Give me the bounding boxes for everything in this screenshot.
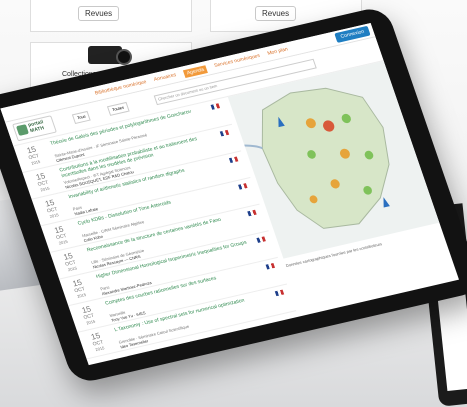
language-flag-icon [210,103,221,110]
france-shape [261,87,390,229]
map-pin-icon[interactable] [380,196,390,208]
event-date: 15 OCT 2015 [84,330,110,354]
event-date: 15 OCT 2015 [39,197,65,221]
language-flag-icon [256,236,266,243]
logo-text: portail MATH [27,119,46,134]
event-date: 15 OCT 2015 [57,250,83,274]
language-flag-icon [238,183,248,190]
language-flag-icon [265,262,276,270]
revues-button[interactable]: Revues [78,6,120,21]
language-flag-icon [247,209,257,217]
event-date: 15 OCT 2015 [75,303,101,327]
filter-select-a[interactable]: Tous [71,110,92,125]
filter-select-b[interactable]: Toutes [106,101,130,116]
event-date: 15 OCT 2015 [29,170,55,194]
revues-button[interactable]: Revues [255,6,297,21]
language-flag-icon [228,156,239,164]
event-date: 15 OCT 2015 [48,223,74,247]
event-date: 15 OCT 2015 [20,143,46,167]
camera-icon [88,46,132,65]
language-flag-icon [219,129,230,137]
sea-coast [244,144,263,150]
language-flag-icon [274,289,285,297]
logo-mark-icon [15,124,30,136]
event-date: 15 OCT 2015 [66,277,92,301]
